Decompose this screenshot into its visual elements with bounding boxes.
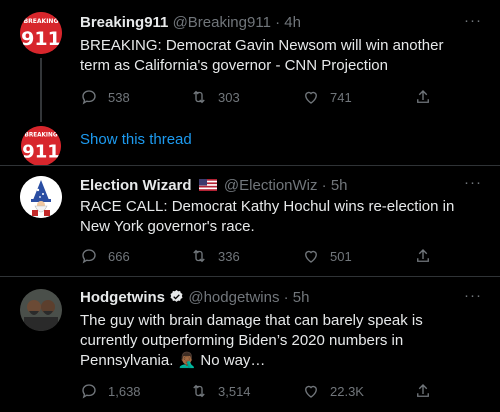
share-icon xyxy=(417,384,429,397)
more-icon[interactable]: ··· xyxy=(464,12,482,29)
reply-icon xyxy=(82,249,96,264)
show-thread-link[interactable]: Show this thread xyxy=(80,131,192,148)
tweet-header: Hodgetwins @hodgetwins · 5h xyxy=(80,289,460,309)
like-count: 741 xyxy=(330,89,352,105)
tweet-header: Breaking911 @Breaking911 · 4h xyxy=(80,14,460,34)
tweet-header: Election Wizard @ElectionWiz · 5h xyxy=(80,177,460,197)
like-icon xyxy=(305,385,317,398)
svg-text:BREAKING: BREAKING xyxy=(24,132,57,138)
share-icon xyxy=(417,90,429,103)
retweet-button[interactable]: 303 xyxy=(190,88,240,106)
more-icon[interactable]: ··· xyxy=(464,287,482,304)
action-bar: 666 336 501 xyxy=(80,247,450,267)
display-name[interactable]: Breaking911 xyxy=(80,14,168,31)
retweet-count: 336 xyxy=(218,248,240,264)
action-bar: 1,638 3,514 22.3K xyxy=(80,382,450,402)
like-count: 22.3K xyxy=(330,383,364,399)
timestamp[interactable]: · 5h xyxy=(322,177,348,194)
share-button[interactable] xyxy=(414,382,432,400)
display-name[interactable]: Hodgetwins xyxy=(80,289,165,306)
avatar-electionwiz[interactable] xyxy=(20,176,62,218)
share-button[interactable] xyxy=(414,88,432,106)
like-button[interactable]: 501 xyxy=(302,247,352,265)
thread-line xyxy=(40,58,42,122)
handle[interactable]: @ElectionWiz xyxy=(224,177,318,194)
timestamp[interactable]: · 4h xyxy=(275,14,301,31)
us-flag-icon xyxy=(198,179,217,191)
reply-button[interactable]: 538 xyxy=(80,88,130,106)
svg-text:BREAKING: BREAKING xyxy=(24,18,59,25)
share-button[interactable] xyxy=(414,247,432,265)
reply-count: 1,638 xyxy=(108,383,141,399)
avatar-breaking911[interactable]: BREAKING 911 xyxy=(20,12,62,54)
retweet-count: 303 xyxy=(218,89,240,105)
avatar-hodgetwins[interactable] xyxy=(20,289,62,331)
reply-count: 666 xyxy=(108,248,130,264)
retweet-count: 3,514 xyxy=(218,383,251,399)
action-bar: 538 303 741 xyxy=(80,88,450,108)
handle[interactable]: @Breaking911 xyxy=(173,14,271,31)
verified-icon xyxy=(170,289,183,302)
svg-text:911: 911 xyxy=(21,28,61,50)
retweet-icon xyxy=(193,249,205,263)
svg-text:911: 911 xyxy=(22,141,60,162)
tweet-text: The guy with brain damage that can barel… xyxy=(80,312,423,369)
reply-icon xyxy=(82,384,96,399)
retweet-button[interactable]: 336 xyxy=(190,247,240,265)
more-icon[interactable]: ··· xyxy=(464,174,482,191)
like-button[interactable]: 22.3K xyxy=(302,382,364,400)
tweet-electionwiz[interactable]: Election Wizard @ElectionWiz · 5h ··· RA… xyxy=(0,166,500,276)
like-count: 501 xyxy=(330,248,352,264)
retweet-icon xyxy=(193,90,205,104)
like-icon xyxy=(305,91,317,104)
tweet-hodgetwins[interactable]: Hodgetwins @hodgetwins · 5h ··· The guy … xyxy=(0,277,500,412)
reply-button[interactable]: 1,638 xyxy=(80,382,141,400)
retweet-button[interactable]: 3,514 xyxy=(190,382,251,400)
display-name[interactable]: Election Wizard xyxy=(80,177,192,194)
tweet-text: RACE CALL: Democrat Kathy Hochul wins re… xyxy=(80,198,455,235)
avatar-breaking911-thread[interactable]: BREAKING 911 xyxy=(21,126,61,166)
timestamp[interactable]: · 5h xyxy=(284,289,310,306)
like-button[interactable]: 741 xyxy=(302,88,352,106)
reply-count: 538 xyxy=(108,89,130,105)
tweet-text: BREAKING: Democrat Gavin Newsom will win… xyxy=(80,37,444,74)
retweet-icon xyxy=(193,384,205,398)
reply-icon xyxy=(82,90,96,105)
share-icon xyxy=(417,249,429,262)
handle[interactable]: @hodgetwins xyxy=(188,289,279,306)
like-icon xyxy=(305,250,317,263)
tweet-breaking911[interactable]: BREAKING 911 Breaking911 @Breaking911 · … xyxy=(0,0,500,166)
reply-button[interactable]: 666 xyxy=(80,247,130,265)
